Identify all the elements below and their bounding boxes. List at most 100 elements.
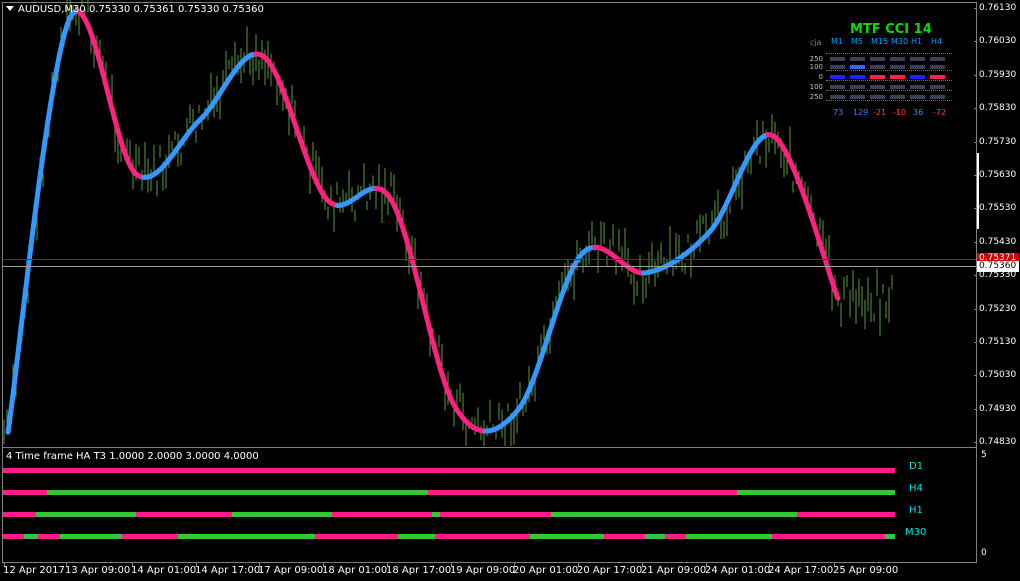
time-axis[interactable]: 12 Apr 2017 13 Apr 09:00 14 Apr 01:00 14 Ap… — [0, 563, 976, 581]
line-segment — [36, 159, 45, 186]
ha-segment — [686, 534, 772, 539]
cci-cell — [890, 75, 905, 79]
cci-column-header: H4 — [931, 37, 943, 46]
price-axis[interactable]: 0.76130 0.76030 0.75930 0.75830 0.75730 0.756… — [974, 0, 1020, 448]
time-tick-label: 19 Apr 09:00 — [450, 565, 516, 576]
dropdown-triangle-icon[interactable] — [6, 6, 14, 11]
ha-segment — [432, 512, 440, 517]
ask-price-line — [3, 259, 976, 260]
line-segment — [42, 120, 51, 145]
cci-cell — [890, 57, 905, 61]
price-tick-label: 0.75530 — [979, 203, 1017, 214]
ha-segment — [551, 512, 797, 517]
time-tick-label: 25 Apr 09:00 — [833, 565, 899, 576]
line-segment — [13, 346, 21, 370]
price-tickmark — [974, 275, 977, 277]
indicator-axis-bottom: 0 — [981, 548, 987, 558]
price-tick-label: 0.75030 — [979, 370, 1017, 381]
cci-cell — [890, 95, 905, 99]
ha-segment — [428, 490, 737, 495]
cci-cell — [850, 57, 865, 61]
price-tick-label: 0.75730 — [979, 136, 1017, 147]
time-tick-label: 14 Apr 01:00 — [131, 565, 197, 576]
cci-cell — [910, 65, 925, 69]
ha-segment — [136, 512, 232, 517]
cci-cell — [890, 85, 905, 89]
cci-level-label: 100 — [809, 63, 823, 71]
price-tickmark — [974, 442, 977, 444]
mtf-cci-panel: MTF CCI 14 cja M1 M5 M15 M30 H1 H4 250 100 0 100 2… — [806, 22, 958, 122]
timeframe-label: D1 — [909, 461, 924, 472]
cci-level-label: 100 — [809, 83, 823, 91]
ha-segment — [737, 490, 895, 495]
line-segment — [28, 223, 36, 251]
ha-segment — [885, 534, 895, 539]
chart-title-text: AUDUSD,M30 0.75330 0.75361 0.75330 0.753… — [18, 4, 264, 15]
price-tickmark — [974, 408, 977, 410]
cci-value: 73 — [833, 108, 844, 117]
indicator-axis-top: 5 — [981, 450, 987, 460]
price-tickmark — [974, 342, 977, 343]
cci-column-header: M5 — [851, 37, 863, 46]
cci-cell — [910, 95, 925, 99]
cci-column-header: M15 — [871, 37, 889, 46]
cci-cell — [830, 95, 845, 99]
cci-level-label: 250 — [809, 93, 823, 101]
ha-segment — [332, 512, 432, 517]
ha-segment — [38, 534, 60, 539]
cci-value: 129 — [853, 108, 869, 117]
cci-symbol-label: cja — [810, 38, 822, 47]
ha-segment — [24, 534, 38, 539]
line-segment — [39, 139, 48, 165]
ha-segment — [645, 534, 665, 539]
indicator-subwindow-frame[interactable] — [2, 447, 977, 563]
price-tick-label: 0.76130 — [979, 3, 1017, 13]
price-tickmark — [974, 308, 977, 310]
cci-value: -21 — [873, 108, 887, 117]
price-tick-label: 0.75130 — [979, 337, 1017, 347]
indicator-title: 4 Time frame HA T3 1.0000 2.0000 3.0000 … — [6, 451, 259, 462]
ha-segment — [3, 512, 36, 517]
chart-title: AUDUSD,M30 0.75330 0.75361 0.75330 0.753… — [6, 4, 264, 15]
t3-smoothed-line — [5, 8, 841, 435]
line-segment — [20, 287, 29, 313]
ha-segment — [315, 534, 398, 539]
cci-cell — [930, 85, 945, 89]
price-tick-label: 0.75930 — [979, 69, 1017, 80]
time-tick-label: 24 Apr 17:00 — [768, 565, 834, 576]
cci-cell — [930, 95, 945, 99]
ha-segment — [47, 490, 428, 495]
ha-segment — [665, 534, 686, 539]
price-tickmark — [974, 8, 977, 9]
line-segment — [834, 292, 841, 301]
line-segment — [23, 266, 31, 293]
line-segment — [48, 84, 56, 107]
cci-cell — [890, 65, 905, 69]
price-tick-label: 0.75430 — [979, 236, 1017, 247]
scroll-position-marker[interactable] — [977, 153, 979, 229]
time-tick-label: 21 Apr 09:00 — [641, 565, 707, 576]
cci-separator — [826, 90, 952, 91]
time-tick-label: 12 Apr 2017 — [3, 565, 65, 576]
cci-cell — [850, 85, 865, 89]
price-tick-label: 0.75230 — [979, 303, 1017, 314]
price-tick-label: 0.74830 — [979, 437, 1017, 448]
cci-cell — [870, 85, 885, 89]
cci-cell — [850, 95, 865, 99]
line-segment — [15, 327, 24, 352]
time-tick-label: 13 Apr 09:00 — [65, 565, 131, 576]
cci-column-header: H1 — [911, 37, 923, 46]
time-tick-label: 18 Apr 17:00 — [386, 565, 452, 576]
ha-segment — [232, 512, 332, 517]
ha-segment — [398, 534, 435, 539]
cci-column-header: M30 — [891, 37, 909, 46]
ha-segment — [60, 534, 122, 539]
ha-segment — [3, 490, 47, 495]
time-tick-label: 14 Apr 17:00 — [195, 565, 261, 576]
indicator-axis[interactable]: 5 0 — [976, 447, 1020, 561]
price-tickmark — [974, 41, 977, 43]
line-segment — [33, 180, 42, 208]
cci-cell — [930, 75, 945, 79]
timeframe-label: H4 — [909, 483, 923, 494]
line-segment — [45, 101, 54, 126]
